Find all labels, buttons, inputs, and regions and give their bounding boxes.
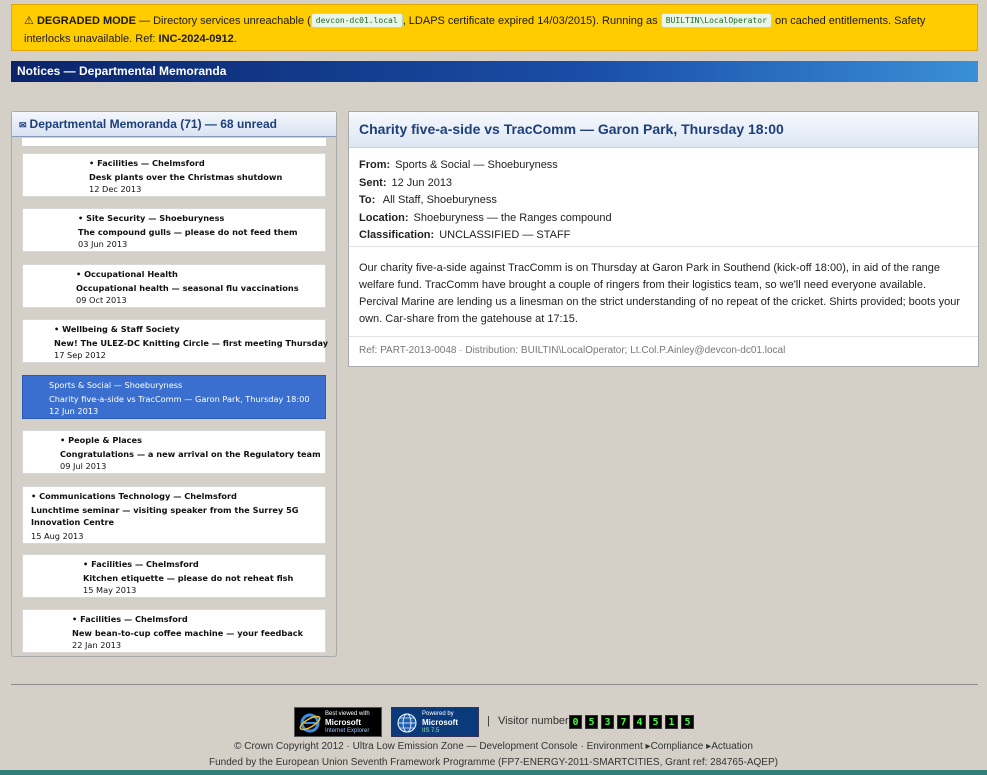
memo-date: 09 Oct 2013 bbox=[76, 295, 127, 305]
page-title-bar: Notices — Departmental Memoranda bbox=[11, 61, 978, 82]
degraded-mode-banner: ⚠ DEGRADED MODE — Directory services unr… bbox=[11, 4, 978, 51]
counter-digit: 0 bbox=[569, 715, 582, 729]
visitor-counter: 0 5 3 7 4 5 1 5 bbox=[569, 715, 694, 729]
memo-category: Communications Technology — Chelmsford bbox=[39, 491, 237, 501]
classification-label: Classification: bbox=[359, 229, 435, 241]
footer-copyright-line: © Crown Copyright 2012 · Ultra Low Emiss… bbox=[0, 741, 987, 752]
message-detail-panel: Charity five-a-side vs TracComm — Garon … bbox=[348, 111, 979, 367]
memo-date: 17 Sep 2012 bbox=[54, 350, 106, 360]
memo-list-item[interactable]: • Occupational Health Occupational healt… bbox=[22, 264, 326, 308]
footer-funding: Funded by the European Union Seventh Fra… bbox=[209, 757, 778, 768]
from-value: Sports & Social — Shoeburyness bbox=[395, 159, 558, 171]
memo-date: 03 Jun 2013 bbox=[78, 239, 128, 249]
memo-date: 09 Jul 2013 bbox=[60, 461, 107, 471]
memo-date: 15 Aug 2013 bbox=[31, 531, 84, 541]
memo-category: People & Places bbox=[68, 435, 142, 445]
counter-digit: 5 bbox=[681, 715, 694, 729]
counter-digit: 5 bbox=[649, 715, 662, 729]
message-title: Charity five-a-side vs TracComm — Garon … bbox=[349, 112, 978, 148]
compliance-link[interactable]: Compliance bbox=[651, 741, 704, 752]
memo-list-item[interactable]: • Wellbeing & Staff Society New! The ULE… bbox=[22, 319, 328, 363]
memo-subject: Charity five-a-side vs TracComm — Garon … bbox=[49, 394, 310, 404]
memo-list-item[interactable]: • Facilities — Chelmsford New bean-to-cu… bbox=[22, 609, 326, 653]
counter-digit: 5 bbox=[585, 715, 598, 729]
memo-category: Facilities — Chelmsford bbox=[80, 614, 188, 624]
memo-list-item[interactable]: • Facilities — Chelmsford Kitchen etique… bbox=[22, 554, 326, 598]
banner-text-2: , LDAPS certificate expired 14/03/2015).… bbox=[402, 15, 661, 27]
memo-list-item[interactable]: • People & Places Congratulations — a ne… bbox=[22, 430, 326, 474]
actuation-link[interactable]: Actuation bbox=[711, 741, 753, 752]
counter-digit: 1 bbox=[665, 715, 678, 729]
memo-category: Wellbeing & Staff Society bbox=[62, 324, 180, 334]
memo-list-title: Departmental Memoranda (71) — 68 unread bbox=[29, 117, 277, 131]
memo-category: Site Security — Shoeburyness bbox=[86, 213, 225, 223]
memo-category: Occupational Health bbox=[84, 269, 178, 279]
message-meta: From: Sports & Social — Shoeburyness Sent… bbox=[349, 148, 978, 247]
memo-subject: Occupational health — seasonal flu vacci… bbox=[76, 283, 299, 293]
memo-subject: The compound gulls — please do not feed … bbox=[78, 227, 298, 237]
memo-subject: Kitchen etiquette — please do not reheat… bbox=[83, 573, 294, 583]
memo-list-item[interactable]: • Site Security — Shoeburyness The compo… bbox=[22, 208, 326, 252]
ie-badge[interactable]: Best viewed with Microsoft Internet Expl… bbox=[294, 707, 382, 737]
memo-date: 12 Dec 2013 bbox=[89, 184, 142, 194]
memo-subject: Desk plants over the Christmas shutdown bbox=[89, 172, 283, 182]
ie-badge-line1: Best viewed with bbox=[325, 711, 370, 717]
ie-badge-line2: Microsoft bbox=[325, 718, 361, 727]
ie-badge-line3: Internet Explorer bbox=[325, 728, 370, 734]
visitor-label: Visitor number: bbox=[498, 715, 572, 727]
mail-icon: ✉ bbox=[19, 120, 27, 130]
memo-list-item-selected[interactable]: Sports & Social — Shoeburyness Charity f… bbox=[22, 375, 326, 419]
banner-text-1: — Directory services unreachable ( bbox=[135, 15, 311, 27]
iis-badge-line3: IIS 7.5 bbox=[422, 728, 440, 734]
location-value: Shoeburyness — the Ranges compound bbox=[413, 211, 612, 224]
memo-subject: New bean-to-cup coffee machine — your fe… bbox=[72, 628, 304, 638]
memo-subject: Lunchtime seminar — visiting speaker fro… bbox=[31, 505, 299, 527]
footer-divider bbox=[11, 684, 978, 685]
counter-digit: 4 bbox=[633, 715, 646, 729]
memo-list[interactable]: • Facilities — Chelmsford Desk plants ov… bbox=[12, 138, 336, 656]
banner-account-code: BUILTIN\LocalOperator bbox=[660, 13, 772, 28]
banner-ref: INC-2024-0912 bbox=[158, 33, 234, 45]
footer-separator: | bbox=[487, 715, 490, 727]
sent-label: Sent: bbox=[359, 176, 387, 189]
location-label: Location: bbox=[359, 211, 409, 224]
footer-badges: Best viewed with Microsoft Internet Expl… bbox=[294, 707, 714, 737]
banner-title: DEGRADED MODE bbox=[36, 15, 136, 27]
memo-list-panel: ✉ Departmental Memoranda (71) — 68 unread… bbox=[11, 111, 337, 657]
memo-list-item[interactable]: • Facilities — Chelmsford Desk plants ov… bbox=[22, 153, 326, 197]
memo-list-item[interactable]: • Communications Technology — Chelmsford… bbox=[22, 486, 326, 544]
banner-host-code: devcon-dc01.local bbox=[310, 13, 403, 28]
memo-category: Facilities — Chelmsford bbox=[97, 158, 205, 168]
sent-value: 12 Jun 2013 bbox=[391, 176, 453, 189]
memo-category: Facilities — Chelmsford bbox=[91, 559, 199, 569]
memo-date: 15 May 2013 bbox=[83, 585, 137, 595]
memo-date: 22 Jan 2013 bbox=[72, 640, 122, 650]
iis-badge-line2: Microsoft bbox=[422, 718, 458, 727]
list-item-partial[interactable] bbox=[22, 138, 326, 147]
memo-list-header: ✉ Departmental Memoranda (71) — 68 unread bbox=[12, 112, 336, 137]
to-value: All Staff, Shoeburyness bbox=[382, 194, 497, 206]
footer-copyright: © Crown Copyright 2012 · Ultra Low Emiss… bbox=[234, 741, 643, 752]
banner-text-4: . bbox=[233, 33, 237, 45]
warning-icon: ⚠ bbox=[24, 15, 34, 27]
counter-digit: 3 bbox=[601, 715, 614, 729]
bottom-strip bbox=[0, 770, 987, 775]
from-label: From: bbox=[359, 159, 391, 171]
message-ref: Ref: PART-2013-0048 · Distribution: BUIL… bbox=[359, 345, 786, 356]
memo-subject: Congratulations — a new arrival on the R… bbox=[60, 449, 321, 459]
internet-explorer-icon bbox=[299, 713, 321, 733]
classification-value: UNCLASSIFIED — STAFF bbox=[439, 229, 571, 241]
memo-date: 12 Jun 2013 bbox=[49, 406, 99, 416]
iis-badge[interactable]: Powered by Microsoft IIS 7.5 bbox=[391, 707, 479, 737]
counter-digit: 7 bbox=[617, 715, 630, 729]
message-body: Our charity five-a-side against TracComm… bbox=[349, 247, 978, 337]
globe-icon bbox=[397, 713, 417, 733]
iis-badge-line1: Powered by bbox=[422, 711, 454, 717]
to-label: To: bbox=[359, 194, 376, 206]
memo-subject: New! The ULEZ-DC Knitting Circle — first… bbox=[54, 338, 329, 348]
memo-category: Sports & Social — Shoeburyness bbox=[49, 380, 183, 390]
